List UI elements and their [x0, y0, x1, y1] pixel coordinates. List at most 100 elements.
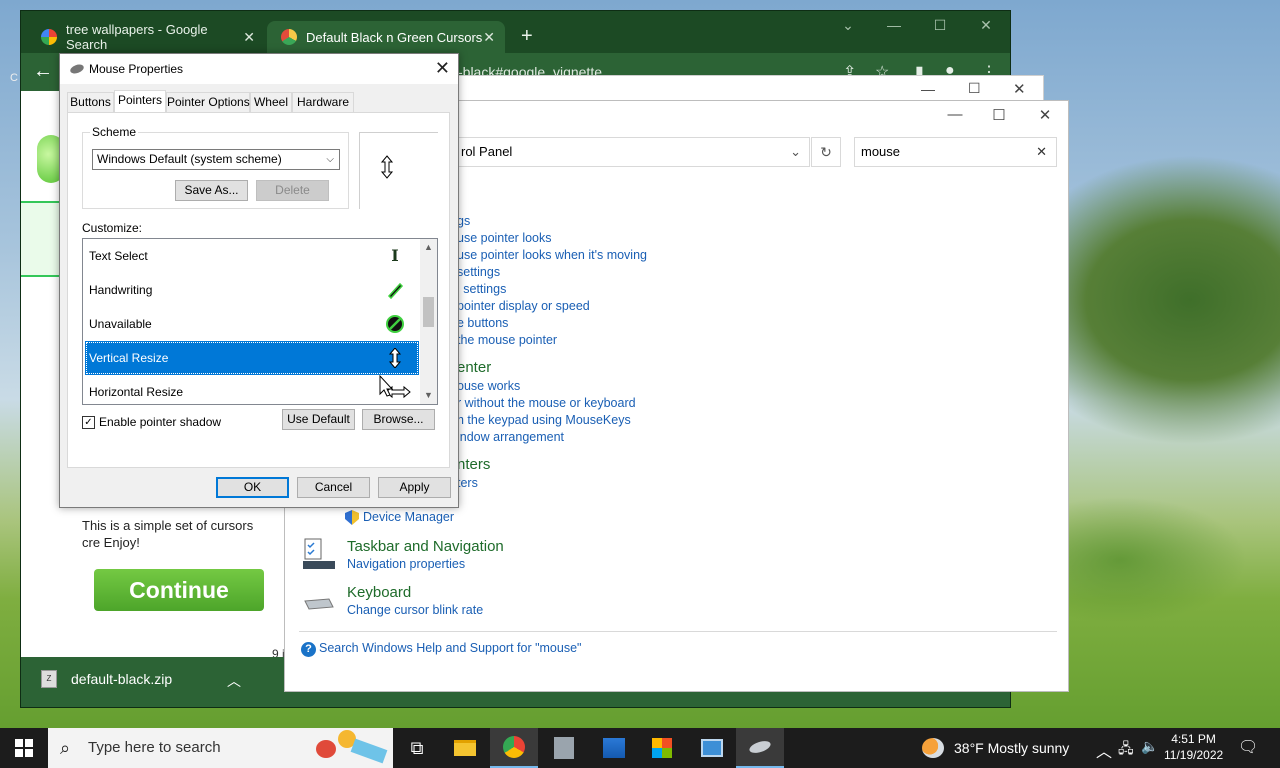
tab-pointer-options[interactable]: Pointer Options	[166, 92, 250, 113]
clock-time: 4:51 PM	[1171, 732, 1216, 746]
photos-button[interactable]	[590, 728, 638, 768]
cancel-button[interactable]: Cancel	[297, 477, 370, 498]
scheme-value: Windows Default (system scheme)	[97, 152, 282, 166]
browse-button[interactable]: Browse...	[362, 409, 435, 430]
list-item-selected[interactable]: Vertical Resize	[85, 341, 419, 375]
search-value: mouse	[861, 144, 901, 159]
download-item[interactable]: Z default-black.zip	[41, 670, 172, 688]
stacked-files-icon	[554, 737, 574, 759]
scroll-thumb[interactable]	[423, 297, 434, 327]
tab-cursors[interactable]: Default Black n Green Cursors ✕	[267, 21, 505, 53]
close-tab-icon[interactable]: ✕	[483, 29, 495, 46]
cp-heading-printers[interactable]: nters	[457, 456, 490, 473]
google-icon	[41, 29, 57, 45]
weather-text[interactable]: 38°F Mostly sunny	[954, 740, 1069, 756]
tab-tree-wallpapers[interactable]: tree wallpapers - Google Search ✕	[27, 21, 265, 53]
new-tab-button[interactable]: +	[521, 25, 533, 48]
scroll-up-icon[interactable]: ▲	[420, 239, 437, 256]
cp-link-device-manager[interactable]: Device Manager	[363, 510, 454, 524]
customize-label: Customize:	[82, 221, 143, 235]
cp-link[interactable]: h the keypad using MouseKeys	[457, 413, 631, 427]
weather-icon[interactable]	[922, 738, 944, 758]
task-view-button[interactable]: ⧉	[393, 728, 441, 768]
task-view-icon: ⧉	[410, 737, 424, 758]
close-icon[interactable]: ✕	[1033, 106, 1057, 124]
cp-link[interactable]: use pointer looks	[457, 231, 552, 245]
apply-button[interactable]: Apply	[378, 477, 451, 498]
minimize-icon[interactable]: —	[943, 106, 967, 123]
chrome-taskbar-button[interactable]	[490, 728, 538, 768]
list-scrollbar[interactable]: ▲ ▼	[420, 239, 437, 404]
notification-icon[interactable]: 🗨	[1238, 737, 1258, 757]
vertical-resize-cursor-icon	[388, 348, 402, 368]
cp-link[interactable]: ters	[457, 476, 478, 490]
address-text: rol Panel	[461, 144, 513, 159]
chevron-down-icon[interactable]: ⌄	[790, 138, 801, 166]
chevron-up-icon[interactable]: ︿	[1096, 738, 1112, 762]
use-default-button[interactable]: Use Default	[282, 409, 355, 430]
store-button[interactable]	[638, 728, 686, 768]
control-panel-address-bar[interactable]: rol Panel ⌄	[445, 137, 810, 167]
cp-link[interactable]: the mouse pointer	[457, 333, 557, 347]
delete-button[interactable]: Delete	[256, 180, 329, 201]
folder-icon	[454, 740, 476, 756]
maximize-icon[interactable]: ☐	[968, 80, 981, 97]
cp-link[interactable]: Navigation properties	[347, 557, 465, 571]
checkbox-checked-icon[interactable]: ✓	[82, 415, 95, 429]
tab-buttons[interactable]: Buttons	[67, 92, 114, 113]
volume-icon[interactable]: 🔈	[1141, 738, 1158, 755]
scroll-down-icon[interactable]: ▼	[420, 387, 437, 404]
cp-heading-taskbar[interactable]: Taskbar and Navigation	[347, 538, 504, 555]
cp-link[interactable]: settings	[457, 265, 500, 279]
taskbar-settings-icon	[303, 537, 335, 571]
minimize-icon[interactable]: —	[883, 17, 905, 33]
close-icon[interactable]: ✕	[975, 17, 997, 34]
scheme-dropdown[interactable]: Windows Default (system scheme) ⌵	[92, 149, 340, 170]
maximize-icon[interactable]: ☐	[929, 17, 951, 34]
tab-search-icon[interactable]: ⌄	[837, 17, 859, 34]
cp-link[interactable]: indow arrangement	[457, 430, 564, 444]
ok-button[interactable]: OK	[216, 477, 289, 498]
app-button[interactable]	[540, 728, 588, 768]
mouse-properties-taskbar-button[interactable]	[736, 728, 784, 768]
tab-hardware[interactable]: Hardware	[292, 92, 354, 113]
clear-search-icon[interactable]: ✕	[1036, 138, 1047, 166]
cp-link[interactable]: e buttons	[457, 316, 508, 330]
close-icon[interactable]: ✕	[435, 58, 450, 79]
tab-wheel[interactable]: Wheel	[250, 92, 292, 113]
list-item[interactable]: Handwriting	[85, 273, 419, 307]
network-icon[interactable]: 🖧	[1118, 738, 1134, 762]
control-panel-taskbar-button[interactable]	[688, 728, 736, 768]
cp-link[interactable]: use pointer looks when it's moving	[457, 248, 647, 262]
list-item[interactable]: Horizontal Resize	[85, 375, 419, 404]
search-input[interactable]: mouse ✕	[854, 137, 1057, 167]
cp-heading-keyboard[interactable]: Keyboard	[347, 584, 411, 601]
clock[interactable]: 4:51 PM 11/19/2022	[1164, 731, 1223, 763]
close-icon[interactable]: ✕	[1013, 80, 1026, 98]
help-link[interactable]: ? Search Windows Help and Support for "mo…	[301, 641, 581, 657]
enable-shadow-checkbox[interactable]: ✓ Enable pointer shadow	[82, 415, 221, 429]
close-tab-icon[interactable]: ✕	[243, 29, 255, 46]
cp-link[interactable]: Change cursor blink rate	[347, 603, 483, 617]
mouse-icon	[747, 738, 773, 756]
maximize-icon[interactable]: ☐	[987, 106, 1011, 124]
refresh-icon[interactable]: ↻	[811, 137, 841, 167]
list-item[interactable]: Unavailable	[85, 307, 419, 341]
cp-link[interactable]: ouse works	[457, 379, 520, 393]
continue-button[interactable]: Continue	[94, 569, 264, 611]
save-as-button[interactable]: Save As...	[175, 180, 248, 201]
file-explorer-button[interactable]	[441, 728, 489, 768]
cp-heading-ease-of-access[interactable]: enter	[457, 359, 491, 376]
cp-link[interactable]: r without the mouse or keyboard	[457, 396, 636, 410]
cp-link[interactable]: pointer display or speed	[457, 299, 590, 313]
list-item[interactable]: Text Select I	[85, 239, 419, 273]
back-arrow-icon[interactable]: ←	[33, 60, 53, 83]
clock-date: 11/19/2022	[1164, 748, 1224, 762]
start-button[interactable]	[0, 728, 48, 768]
chevron-up-icon[interactable]: ︿	[227, 671, 241, 691]
minimize-icon[interactable]: —	[921, 81, 935, 97]
tab-pointers[interactable]: Pointers	[114, 90, 166, 113]
taskbar-search-input[interactable]: ⌕ Type here to search	[48, 728, 393, 768]
cp-link[interactable]: l settings	[457, 282, 506, 296]
desktop-icon-label: C	[10, 72, 18, 84]
